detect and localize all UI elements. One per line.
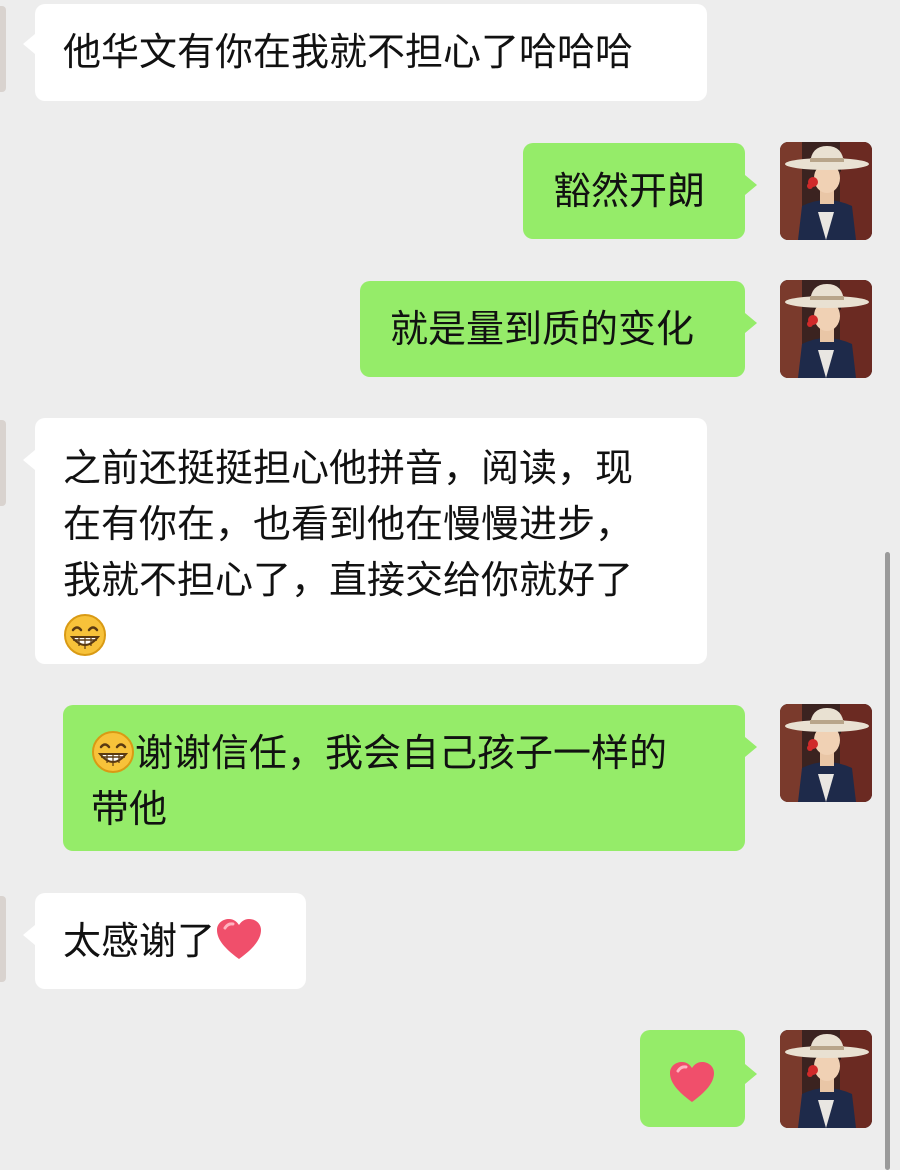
message-bubble-outgoing[interactable]: 就是量到质的变化: [360, 281, 757, 377]
message-bubble-incoming[interactable]: 太感谢了: [23, 893, 306, 989]
bubble-tail: [23, 925, 35, 945]
message-text-line: 在有你在，也看到他在慢慢进步，: [63, 502, 634, 546]
user-avatar-hat-woman-icon[interactable]: [780, 142, 872, 240]
message-text: 豁然开朗: [553, 169, 706, 213]
message-bubble-incoming[interactable]: 之前还挺挺担心他拼音，阅读，现 在有你在，也看到他在慢慢进步， 我就不担心了，直…: [23, 418, 707, 664]
red-heart-emoji: [215, 918, 263, 962]
message-text: 就是量到质的变化: [390, 307, 695, 351]
message-bubble-outgoing[interactable]: [640, 1030, 757, 1127]
grinning-face-emoji: [63, 613, 107, 657]
message-text: 太感谢了: [63, 919, 216, 963]
bubble-tail: [745, 175, 757, 195]
user-avatar-hat-woman-icon[interactable]: [780, 704, 872, 802]
bubble-tail: [23, 450, 35, 470]
message-text-line: 谢谢信任，我会自己孩子一样的: [135, 731, 668, 775]
contact-avatar-partial[interactable]: [0, 420, 6, 506]
message-bubble-outgoing[interactable]: 豁然开朗: [523, 143, 757, 239]
bubble-tail: [745, 1064, 757, 1084]
grinning-face-emoji: [91, 730, 135, 774]
message-text-line: 我就不担心了，直接交给你就好了: [63, 558, 634, 602]
bubble-tail: [745, 313, 757, 333]
red-heart-emoji: [668, 1061, 716, 1105]
user-avatar-hat-woman-icon[interactable]: [780, 280, 872, 378]
contact-avatar-partial[interactable]: [0, 896, 6, 982]
bubble-tail: [23, 34, 35, 54]
contact-avatar-partial[interactable]: [0, 6, 6, 92]
message-text: 他华文有你在我就不担心了哈哈哈: [63, 30, 634, 74]
chat-message-list[interactable]: 他华文有你在我就不担心了哈哈哈 豁然开朗 就是量到质的变化 之前还挺挺担心他拼音…: [0, 0, 900, 1170]
message-bubble-incoming[interactable]: 他华文有你在我就不担心了哈哈哈: [23, 4, 707, 101]
scrollbar[interactable]: [885, 552, 890, 1170]
message-text-line: 带他: [91, 787, 168, 831]
message-bubble-outgoing[interactable]: 谢谢信任，我会自己孩子一样的 带他: [63, 705, 757, 851]
message-text-line: 之前还挺挺担心他拼音，阅读，现: [63, 446, 634, 490]
user-avatar-hat-woman-icon[interactable]: [780, 1030, 872, 1128]
bubble-tail: [745, 737, 757, 757]
